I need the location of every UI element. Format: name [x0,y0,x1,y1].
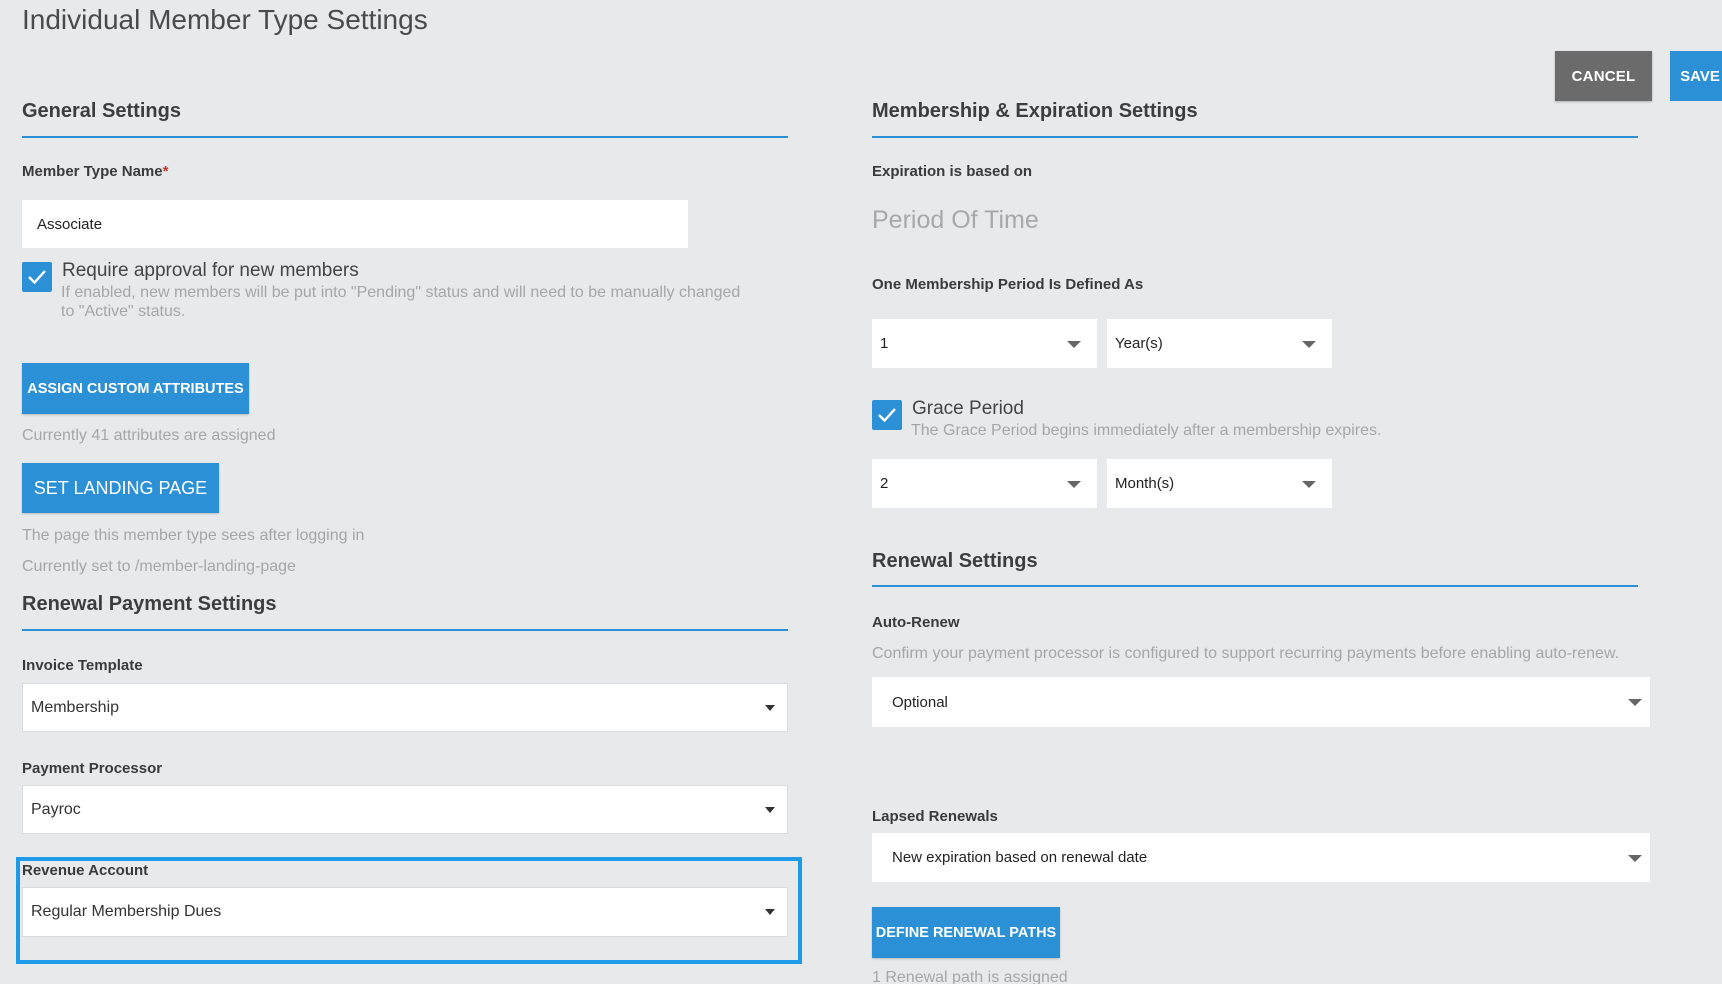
require-approval-checkbox[interactable] [22,262,52,292]
invoice-template-select[interactable]: Membership [22,683,788,732]
require-approval-hint-line2: to "Active" status. [61,303,186,320]
grace-period-label: Grace Period [912,398,1024,419]
period-unit-select[interactable]: Year(s) [1107,319,1332,368]
member-type-name-input[interactable]: Associate [22,200,688,248]
grace-count-select[interactable]: 2 [872,459,1097,508]
lapsed-renewals-select[interactable]: New expiration based on renewal date [872,833,1650,882]
chevron-down-icon [765,806,775,813]
renewal-payment-settings-title: Renewal Payment Settings [22,593,277,615]
general-settings-title: General Settings [22,100,181,122]
set-landing-page-button[interactable]: SET LANDING PAGE [22,463,219,513]
general-settings-divider [22,136,788,138]
chevron-down-icon [765,704,775,711]
auto-renew-label: Auto-Renew [872,614,960,631]
landing-page-hint: The page this member type sees after log… [22,527,365,544]
chevron-down-icon [1067,480,1081,488]
cancel-button[interactable]: CANCEL [1555,51,1652,101]
chevron-down-icon [1302,480,1316,488]
auto-renew-select[interactable]: Optional [872,677,1650,727]
require-approval-label: Require approval for new members [62,260,359,281]
save-button[interactable]: SAVE [1670,51,1722,101]
revenue-account-select[interactable]: Regular Membership Dues [22,887,788,937]
attributes-status: Currently 41 attributes are assigned [22,427,276,444]
check-icon [878,408,896,423]
check-icon [28,270,46,285]
expiration-based-value: Period Of Time [872,206,1039,234]
page-title: Individual Member Type Settings [22,4,428,35]
period-defined-label: One Membership Period Is Defined As [872,276,1144,293]
renewal-settings-title: Renewal Settings [872,550,1038,572]
assign-custom-attributes-button[interactable]: ASSIGN CUSTOM ATTRIBUTES [22,363,249,414]
period-count-select[interactable]: 1 [872,319,1097,368]
grace-period-checkbox[interactable] [872,400,902,430]
membership-expiration-title: Membership & Expiration Settings [872,100,1198,122]
landing-page-current: Currently set to /member-landing-page [22,558,296,575]
membership-expiration-divider [872,136,1638,138]
renewal-settings-divider [872,585,1638,587]
chevron-down-icon [765,909,775,915]
expiration-based-label: Expiration is based on [872,163,1033,180]
chevron-down-icon [1302,340,1316,348]
chevron-down-icon [1628,699,1642,706]
invoice-template-label: Invoice Template [22,657,143,674]
payment-processor-select[interactable]: Payroc [22,785,788,834]
require-approval-hint-line1: If enabled, new members will be put into… [61,284,741,301]
revenue-account-label: Revenue Account [22,862,149,879]
renewal-payment-divider [22,629,788,631]
define-renewal-paths-button[interactable]: DEFINE RENEWAL PATHS [872,907,1060,958]
auto-renew-hint: Confirm your payment processor is config… [872,645,1620,662]
member-type-name-label: Member Type Name* [22,163,169,180]
payment-processor-label: Payment Processor [22,760,163,777]
grace-unit-select[interactable]: Month(s) [1107,459,1332,508]
lapsed-renewals-label: Lapsed Renewals [872,808,998,825]
required-marker: * [162,163,169,180]
renewal-paths-status: 1 Renewal path is assigned [872,969,1068,984]
chevron-down-icon [1067,340,1081,348]
chevron-down-icon [1628,854,1642,862]
grace-period-hint: The Grace Period begins immediately afte… [911,422,1382,439]
